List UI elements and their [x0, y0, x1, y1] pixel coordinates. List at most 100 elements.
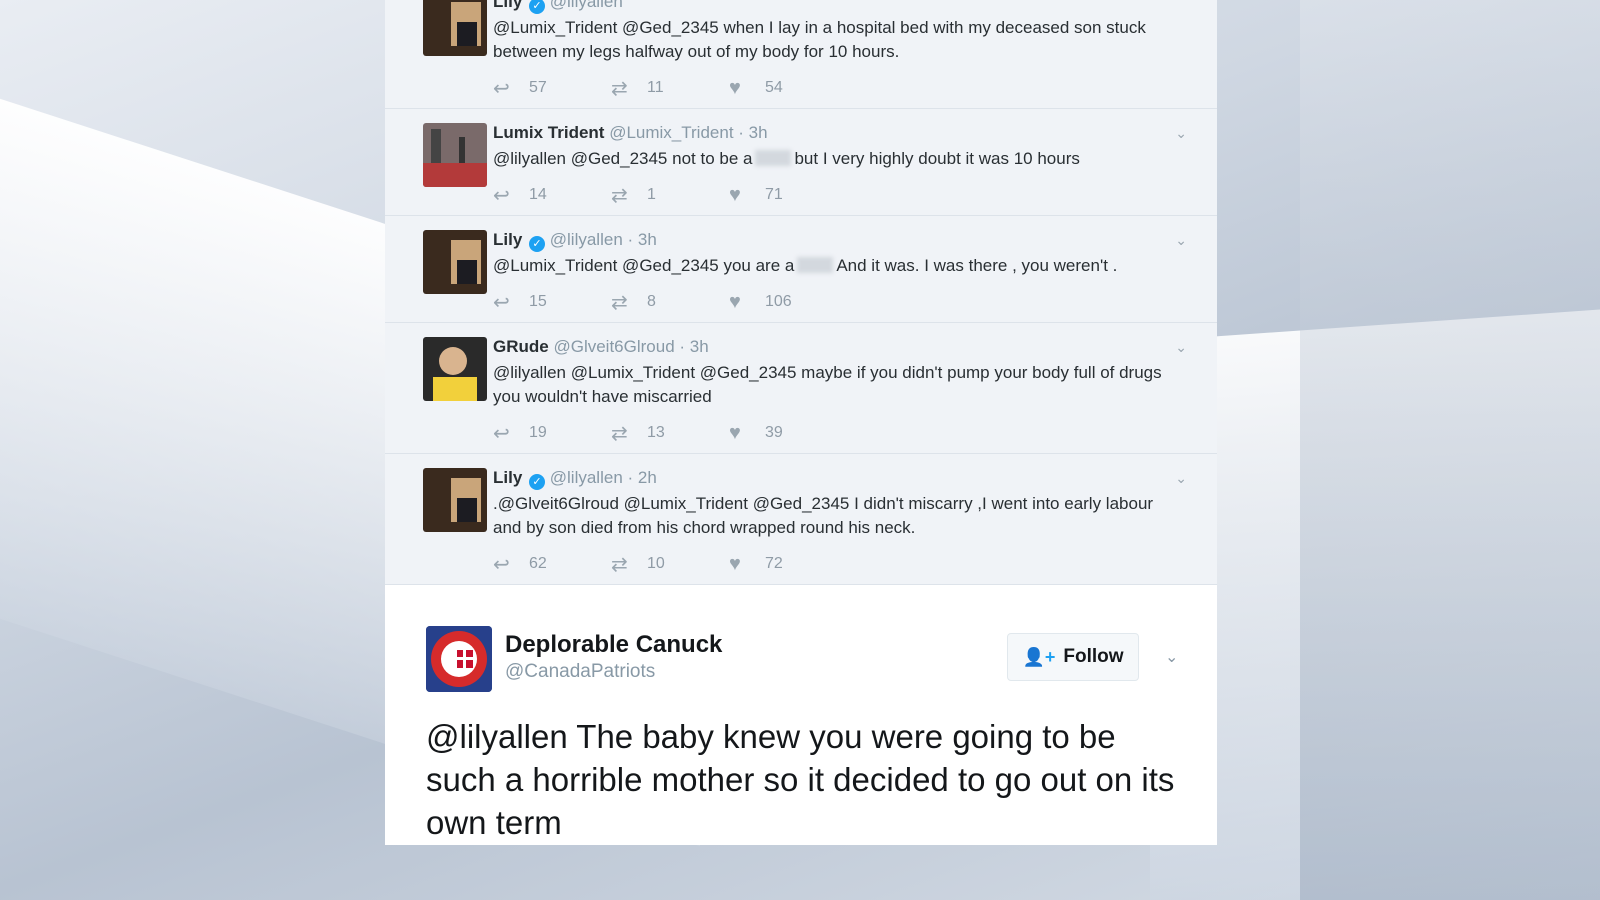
- like-count: 106: [765, 293, 792, 310]
- handle[interactable]: @Glveit6Glroud: [553, 337, 674, 356]
- tweet-panel: Lily ✓ @lilyallen @Lumix_Trident @Ged_23…: [385, 0, 1217, 900]
- verified-badge-icon: ✓: [529, 0, 546, 14]
- reply-count: 15: [529, 293, 547, 310]
- display-name[interactable]: Lily: [493, 468, 522, 487]
- avatar[interactable]: [426, 626, 492, 692]
- reply-icon: ↩: [493, 184, 510, 207]
- handle[interactable]: @Lumix_Trident: [609, 123, 733, 142]
- retweet-button[interactable]: ⇄ 11: [611, 76, 729, 101]
- like-button[interactable]: ♥ 71: [729, 184, 847, 207]
- reply-button[interactable]: ↩ 14: [493, 183, 611, 208]
- avatar[interactable]: [423, 0, 487, 56]
- heart-icon: ♥: [729, 290, 741, 313]
- reply-button[interactable]: ↩ 62: [493, 552, 611, 577]
- handle[interactable]: @CanadaPatriots: [505, 661, 655, 683]
- avatar[interactable]: [423, 337, 487, 401]
- avatar[interactable]: [423, 468, 487, 532]
- embedded-tweet[interactable]: Deplorable Canuck @CanadaPatriots 👤+ Fol…: [385, 585, 1217, 845]
- reply-count: 14: [529, 186, 547, 203]
- tweet-text-part: And it was. I was there , you weren't .: [836, 256, 1118, 275]
- tweet[interactable]: Lily ✓ @lilyallen @Lumix_Trident @Ged_23…: [385, 0, 1217, 109]
- display-name[interactable]: GRude: [493, 337, 549, 356]
- reply-count: 19: [529, 424, 547, 441]
- retweet-count: 13: [647, 424, 665, 441]
- avatar[interactable]: [423, 123, 487, 187]
- tweet-header: Lily ✓ @lilyallen · 2h: [493, 466, 1177, 490]
- chevron-down-icon[interactable]: ⌄: [1175, 125, 1187, 142]
- tweet-header: Lily ✓ @lilyallen · 3h: [493, 228, 1177, 252]
- retweet-icon: ⇄: [611, 422, 628, 445]
- tweet-header: GRude @Glveit6Glroud · 3h: [493, 335, 1177, 359]
- like-button[interactable]: ♥ 106: [729, 291, 847, 314]
- heart-icon: ♥: [729, 183, 741, 206]
- tweet-actions: ↩ 15 ⇄ 8 ♥ 106: [493, 282, 1177, 322]
- chevron-down-icon[interactable]: ⌄: [1165, 647, 1178, 667]
- handle[interactable]: @lilyallen: [550, 468, 623, 487]
- retweet-button[interactable]: ⇄ 13: [611, 421, 729, 446]
- retweet-button[interactable]: ⇄ 1: [611, 183, 729, 208]
- tweet-actions: ↩ 57 ⇄ 11 ♥ 54: [493, 68, 1177, 108]
- follow-label: Follow: [1063, 646, 1124, 667]
- retweet-icon: ⇄: [611, 77, 628, 100]
- tweet-text: @lilyallen @Lumix_Trident @Ged_2345 mayb…: [493, 363, 1162, 406]
- like-button[interactable]: ♥ 72: [729, 553, 847, 576]
- follow-button[interactable]: 👤+ Follow: [1007, 633, 1139, 681]
- censored-word: [755, 150, 792, 166]
- tweet-text-part: @Lumix_Trident @Ged_2345 you are a: [493, 256, 795, 275]
- retweet-count: 8: [647, 293, 656, 310]
- retweet-count: 10: [647, 555, 665, 572]
- like-count: 54: [765, 79, 783, 96]
- retweet-icon: ⇄: [611, 291, 628, 314]
- handle[interactable]: @lilyallen: [550, 230, 623, 249]
- chevron-down-icon[interactable]: ⌄: [1175, 232, 1187, 249]
- like-button[interactable]: ♥ 54: [729, 77, 847, 100]
- reply-icon: ↩: [493, 77, 510, 100]
- reply-icon: ↩: [493, 291, 510, 314]
- reply-count: 57: [529, 79, 547, 96]
- mention-link[interactable]: @lilyallen: [426, 718, 568, 755]
- reply-thread: Lily ✓ @lilyallen @Lumix_Trident @Ged_23…: [385, 0, 1217, 585]
- like-button[interactable]: ♥ 39: [729, 422, 847, 445]
- reply-button[interactable]: ↩ 57: [493, 76, 611, 101]
- timestamp[interactable]: · 3h: [628, 230, 657, 249]
- display-name[interactable]: Lumix Trident: [493, 123, 604, 142]
- display-name[interactable]: Lily: [493, 230, 522, 249]
- tweet[interactable]: ⌄ Lily ✓ @lilyallen · 2h .@Glveit6Glroud…: [385, 454, 1217, 585]
- like-count: 72: [765, 555, 783, 572]
- tweet[interactable]: ⌄ GRude @Glveit6Glroud · 3h @lilyallen @…: [385, 323, 1217, 454]
- timestamp[interactable]: · 2h: [628, 468, 657, 487]
- chevron-down-icon[interactable]: ⌄: [1175, 470, 1187, 487]
- add-user-icon: 👤+: [1022, 646, 1056, 667]
- tweet-text: .@Glveit6Glroud @Lumix_Trident @Ged_2345…: [493, 494, 1154, 537]
- embedded-tweet-text: @lilyallen The baby knew you were going …: [426, 715, 1186, 844]
- reply-button[interactable]: ↩ 19: [493, 421, 611, 446]
- reply-count: 62: [529, 555, 547, 572]
- retweet-count: 1: [647, 186, 656, 203]
- chevron-down-icon[interactable]: ⌄: [1175, 339, 1187, 356]
- tweet[interactable]: ⌄ Lumix Trident @Lumix_Trident · 3h @lil…: [385, 109, 1217, 216]
- tweet[interactable]: ⌄ Lily ✓ @lilyallen · 3h @Lumix_Trident …: [385, 216, 1217, 323]
- heart-icon: ♥: [729, 552, 741, 575]
- retweet-count: 11: [647, 79, 664, 96]
- retweet-button[interactable]: ⇄ 10: [611, 552, 729, 577]
- retweet-icon: ⇄: [611, 184, 628, 207]
- tweet-text: @lilyallen @Ged_2345 not to be a but I ve…: [493, 147, 1177, 171]
- display-name[interactable]: Lily: [493, 0, 522, 11]
- tweet-text: @Lumix_Trident @Ged_2345 when I lay in a…: [493, 18, 1146, 61]
- like-count: 39: [765, 424, 783, 441]
- like-count: 71: [765, 186, 783, 203]
- avatar[interactable]: [423, 230, 487, 294]
- handle[interactable]: @lilyallen: [550, 0, 623, 11]
- tweet-actions: ↩ 62 ⇄ 10 ♥ 72: [493, 544, 1177, 584]
- retweet-button[interactable]: ⇄ 8: [611, 290, 729, 315]
- tweet-text-part: but I very highly doubt it was 10 hours: [794, 149, 1080, 168]
- reply-button[interactable]: ↩ 15: [493, 290, 611, 315]
- display-name[interactable]: Deplorable Canuck: [505, 631, 722, 659]
- tweet-actions: ↩ 19 ⇄ 13 ♥ 39: [493, 413, 1177, 453]
- retweet-icon: ⇄: [611, 553, 628, 576]
- timestamp[interactable]: · 3h: [679, 337, 708, 356]
- heart-icon: ♥: [729, 421, 741, 444]
- censored-word: [797, 257, 834, 273]
- tweet-header: Lumix Trident @Lumix_Trident · 3h: [493, 121, 1177, 145]
- timestamp[interactable]: · 3h: [738, 123, 767, 142]
